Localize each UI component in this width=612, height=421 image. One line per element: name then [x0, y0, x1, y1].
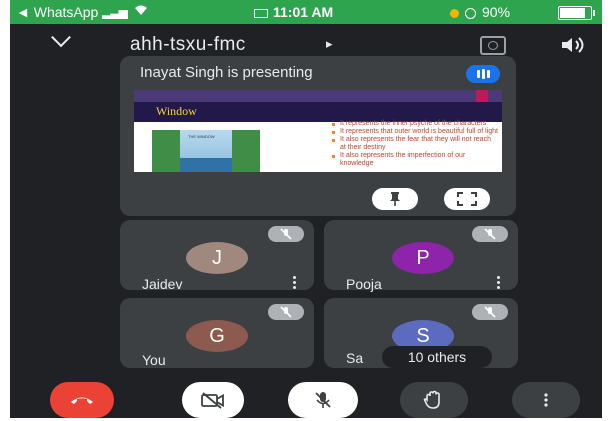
speaker-icon[interactable] — [559, 36, 589, 54]
avatar: J — [186, 242, 248, 274]
slide-bullet: It represents the inner psyche of the ch… — [332, 120, 498, 128]
more-vertical-icon[interactable] — [293, 276, 296, 289]
raise-hand-button[interactable] — [400, 382, 468, 418]
mic-off-icon — [315, 392, 331, 408]
slide-bullet: It also represents the fear that they wi… — [332, 136, 498, 152]
more-vertical-icon — [544, 393, 548, 407]
participant-tile[interactable]: G You — [120, 298, 314, 368]
fullscreen-button[interactable] — [444, 188, 490, 210]
slide-bullets: It represents the inner psyche of the ch… — [332, 120, 498, 168]
more-vertical-icon[interactable] — [497, 276, 500, 289]
camera-off-icon — [201, 392, 224, 409]
chevron-down-icon[interactable] — [51, 27, 71, 48]
avatar-initial: S — [416, 325, 430, 347]
window-illustration: THE WINDOW — [152, 130, 260, 172]
mic-off-icon — [280, 306, 292, 318]
participant-name: Sa — [346, 350, 364, 366]
battery-icon — [558, 6, 595, 20]
others-count-chip[interactable]: 10 others — [382, 346, 492, 368]
switch-camera-icon[interactable] — [480, 36, 506, 55]
fullscreen-icon — [457, 192, 477, 206]
end-call-button[interactable] — [50, 382, 114, 418]
presenter-label: Inayat Singh is presenting — [140, 64, 313, 81]
slide-title-bar: Window — [134, 102, 502, 122]
curtain-right — [232, 130, 260, 172]
pin-button[interactable] — [372, 188, 418, 210]
hotspot-icon — [254, 8, 268, 18]
meeting-code[interactable]: ahh-tsxu-fmc — [130, 34, 246, 56]
status-time: 11:01 AM — [254, 4, 333, 20]
participant-tile[interactable]: J Jaidev — [120, 220, 314, 292]
avatar: G — [186, 320, 248, 352]
participant-name: Pooja — [346, 276, 382, 292]
wifi-icon — [134, 5, 148, 19]
slide-top-strip — [134, 90, 502, 102]
back-to-whatsapp-link[interactable]: ◄ WhatsApp — [16, 4, 98, 20]
presenting-audio-badge — [466, 65, 500, 83]
avatar-initial: P — [416, 247, 430, 269]
sea-view — [180, 158, 232, 172]
mic-off-badge — [472, 304, 508, 320]
slide-accent — [476, 90, 488, 102]
presentation-tile[interactable]: Inayat Singh is presenting Window THE WI… — [120, 56, 516, 216]
mic-off-icon — [484, 306, 496, 318]
participant-name: Jaidev — [142, 276, 183, 292]
slide-title: Window — [156, 104, 197, 118]
privacy-dot-icon — [450, 8, 459, 18]
camera-toggle-button[interactable] — [182, 382, 244, 418]
mic-off-badge — [268, 226, 304, 242]
curtain-left — [152, 130, 180, 172]
pin-icon — [390, 192, 400, 206]
avatar-initial: J — [212, 247, 222, 269]
signal-icon: ▂▃▅ — [102, 5, 128, 19]
raise-hand-icon — [423, 390, 440, 409]
meeting-details-arrow-icon[interactable]: ▸ — [326, 36, 333, 52]
battery-percent: 90% — [482, 4, 511, 20]
mic-off-badge — [268, 304, 304, 320]
slide-bullet: It also represents the imperfection of o… — [332, 152, 498, 168]
avatar: P — [392, 242, 454, 274]
time-text: 11:01 AM — [273, 4, 334, 20]
shared-slide: Window THE WINDOW It represents the inne… — [134, 90, 502, 172]
mic-toggle-button[interactable] — [288, 382, 358, 418]
avatar-initial: G — [209, 325, 225, 347]
mic-off-icon — [280, 228, 292, 240]
mic-off-badge — [472, 226, 508, 242]
participant-tile[interactable]: P Pooja — [324, 220, 518, 292]
status-bar: ◄ WhatsApp ▂▃▅ 11:01 AM 90% — [10, 0, 602, 24]
more-options-button[interactable] — [512, 382, 580, 418]
alarm-icon — [465, 7, 476, 19]
mic-off-icon — [484, 228, 496, 240]
battery-fill — [560, 8, 585, 18]
slide-bullet: It represents that outer world is beauti… — [332, 128, 498, 136]
end-call-icon — [71, 397, 93, 404]
meet-screen: ◄ WhatsApp ▂▃▅ 11:01 AM 90% ahh-tsxu-fmc… — [10, 0, 602, 418]
battery-status: 90% — [450, 4, 510, 20]
illustration-caption: THE WINDOW — [188, 134, 215, 139]
participant-name: You — [142, 352, 166, 368]
